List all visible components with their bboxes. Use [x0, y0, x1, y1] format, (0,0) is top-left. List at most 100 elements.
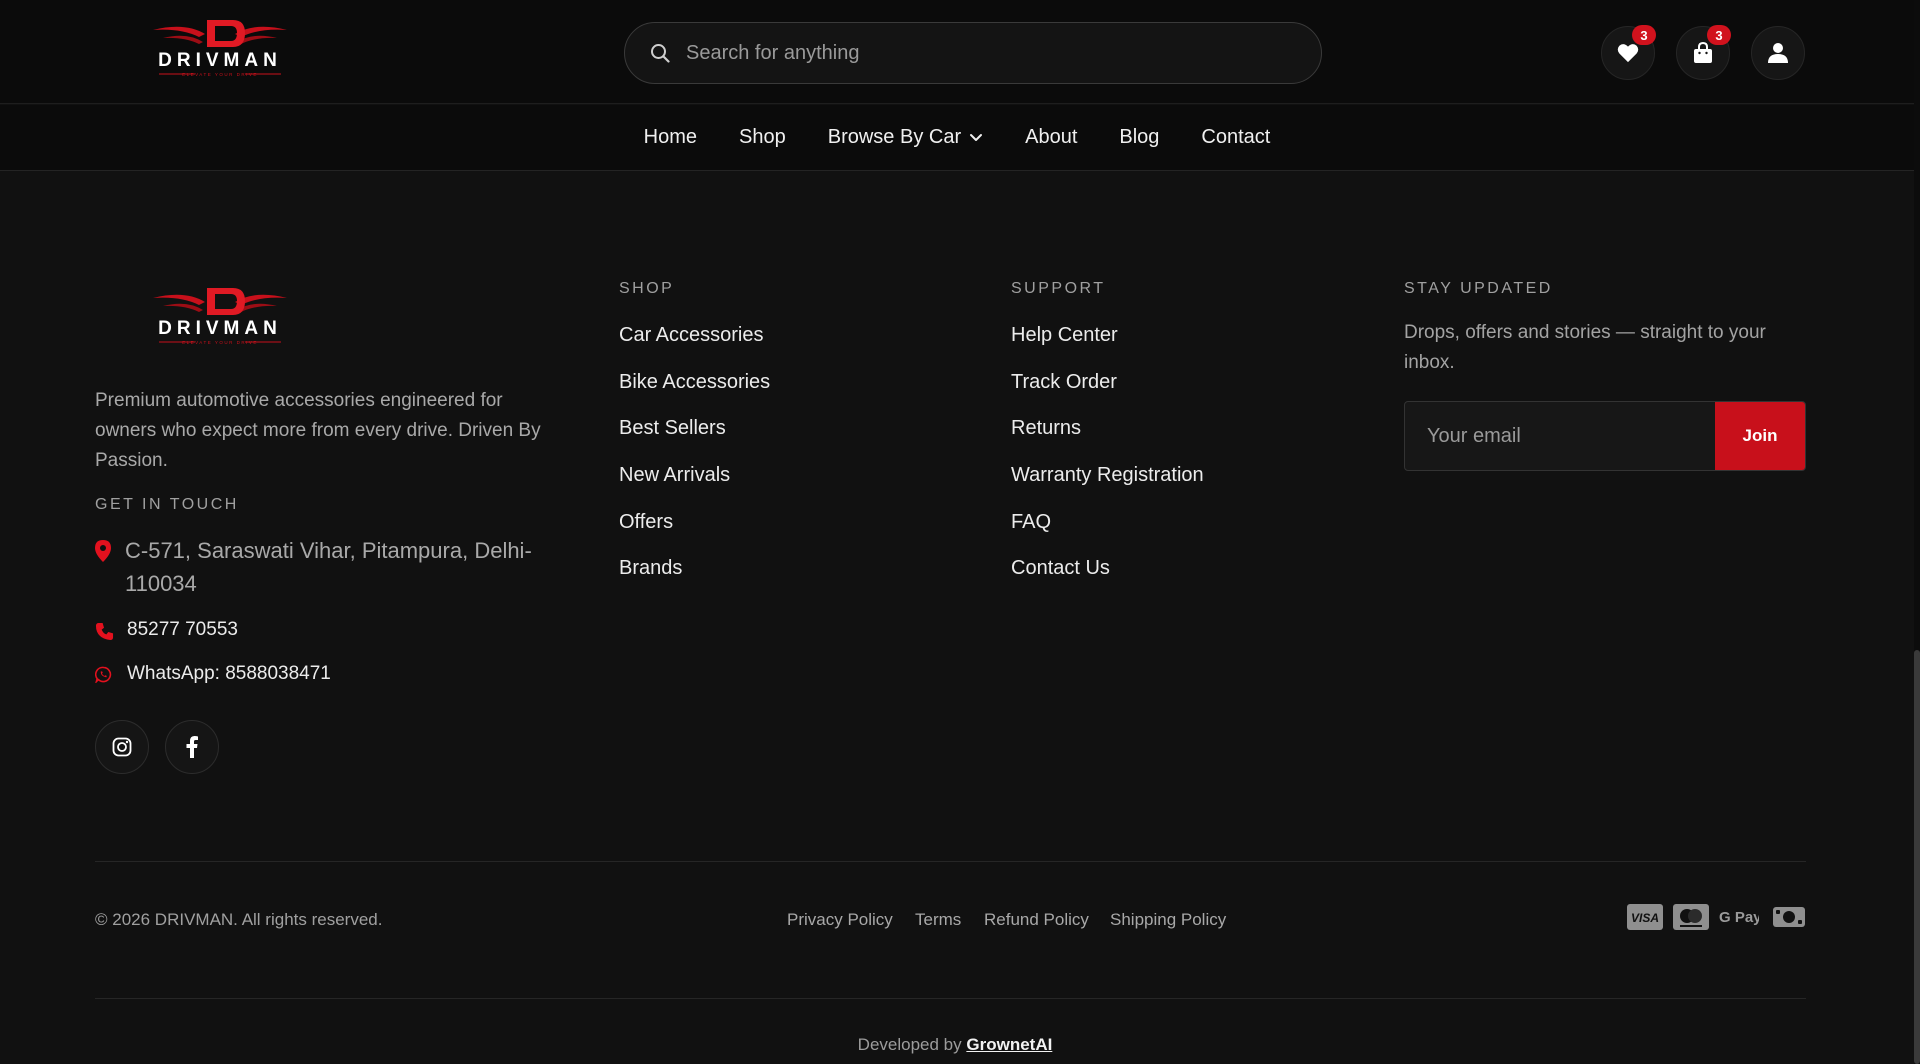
svg-text:ELEVATE YOUR DRIVE: ELEVATE YOUR DRIVE — [182, 72, 258, 77]
whatsapp-icon — [95, 663, 117, 683]
developer-credit: Developed by GrownetAI — [0, 1035, 1910, 1055]
link-privacy-policy[interactable]: Privacy Policy — [787, 910, 893, 930]
link-warranty-registration[interactable]: Warranty Registration — [1011, 464, 1204, 486]
svg-text:G Pay: G Pay — [1719, 909, 1759, 926]
support-heading: SUPPORT — [1011, 280, 1106, 297]
list-item: Brands — [619, 557, 770, 604]
link-returns[interactable]: Returns — [1011, 417, 1081, 439]
nav-browse-by-car[interactable]: Browse By Car — [807, 126, 1004, 149]
link-shipping-policy[interactable]: Shipping Policy — [1110, 910, 1226, 930]
contact-heading: GET IN TOUCH — [95, 496, 239, 513]
nav-blog[interactable]: Blog — [1098, 126, 1180, 149]
nav-contact[interactable]: Contact — [1180, 126, 1291, 149]
user-icon — [1768, 43, 1788, 63]
contact-address: C-571, Saraswati Vihar, Pitampura, Delhi… — [95, 537, 565, 600]
svg-text:DRIVMAN: DRIVMAN — [158, 318, 282, 339]
page-scrollbar[interactable] — [1914, 0, 1920, 1064]
nav-home-label: Home — [643, 126, 698, 148]
drivman-logo-icon: DRIVMAN ELEVATE YOUR DRIVE — [153, 288, 287, 345]
shop-links: Car Accessories Bike Accessories Best Se… — [619, 324, 770, 604]
account-button[interactable] — [1751, 26, 1805, 80]
list-item: Offers — [619, 511, 770, 558]
visa-icon: VISA — [1627, 904, 1663, 930]
link-contact-us[interactable]: Contact Us — [1011, 557, 1110, 579]
search-icon — [649, 42, 671, 64]
shopping-bag-icon — [1694, 42, 1712, 63]
link-faq[interactable]: FAQ — [1011, 511, 1051, 533]
footer-description: Premium automotive accessories engineere… — [95, 390, 541, 471]
nav-contact-label: Contact — [1201, 126, 1271, 148]
list-item: Bike Accessories — [619, 371, 770, 418]
scrollbar-thumb[interactable] — [1914, 650, 1920, 1064]
wishlist-button[interactable]: 3 — [1601, 25, 1656, 80]
list-item: Track Order — [1011, 371, 1204, 418]
link-car-accessories[interactable]: Car Accessories — [619, 324, 764, 346]
nav-browse-by-car-label: Browse By Car — [827, 126, 962, 148]
list-item: Car Accessories — [619, 324, 770, 371]
site-header: DRIVMAN ELEVATE YOUR DRIVE 3 3 — [0, 0, 1914, 104]
location-pin-icon — [95, 537, 117, 562]
newsletter-heading: STAY UPDATED — [1404, 280, 1553, 297]
link-best-sellers[interactable]: Best Sellers — [619, 417, 726, 439]
link-terms[interactable]: Terms — [915, 910, 961, 930]
contact-whatsapp[interactable]: WhatsApp: 8588038471 — [95, 663, 331, 685]
heart-icon — [1617, 44, 1639, 63]
header-logo[interactable]: DRIVMAN ELEVATE YOUR DRIVE — [145, 18, 295, 80]
nav-shop-label: Shop — [739, 126, 786, 148]
whatsapp-text: WhatsApp: 8588038471 — [127, 663, 331, 684]
nav-about[interactable]: About — [1004, 126, 1098, 149]
list-item: Contact Us — [1011, 557, 1204, 604]
developed-by-text: Developed by — [857, 1035, 962, 1054]
instagram-button[interactable] — [95, 720, 149, 774]
nav-about-label: About — [1025, 126, 1078, 148]
copyright-text: © 2026 DRIVMAN. All rights reserved. — [95, 910, 383, 929]
link-brands[interactable]: Brands — [619, 557, 682, 579]
footer-divider — [95, 998, 1806, 999]
link-help-center[interactable]: Help Center — [1011, 324, 1118, 346]
address-text: C-571, Saraswati Vihar, Pitampura, Delhi… — [125, 538, 532, 596]
svg-text:ELEVATE YOUR DRIVE: ELEVATE YOUR DRIVE — [182, 340, 258, 345]
newsletter-text: Drops, offers and stories — straight to … — [1404, 322, 1766, 373]
drivman-logo-icon: DRIVMAN ELEVATE YOUR DRIVE — [153, 20, 287, 77]
link-new-arrivals[interactable]: New Arrivals — [619, 464, 730, 486]
footer-divider — [95, 861, 1806, 862]
nav-blog-label: Blog — [1119, 126, 1160, 148]
instagram-icon — [112, 737, 132, 757]
mastercard-icon — [1673, 904, 1709, 930]
wishlist-count-badge: 3 — [1632, 25, 1656, 45]
link-refund-policy[interactable]: Refund Policy — [984, 910, 1089, 930]
link-offers[interactable]: Offers — [619, 511, 673, 533]
phone-text: 85277 70553 — [127, 619, 238, 640]
svg-text:DRIVMAN: DRIVMAN — [158, 50, 282, 71]
newsletter-form: Join — [1404, 401, 1806, 471]
cart-button[interactable]: 3 — [1676, 25, 1731, 80]
list-item: Warranty Registration — [1011, 464, 1204, 511]
gpay-icon: G Pay — [1719, 905, 1759, 929]
list-item: Help Center — [1011, 324, 1204, 371]
main-nav: Home Shop Browse By Car About Blog Conta… — [0, 105, 1914, 171]
shop-heading: SHOP — [619, 280, 675, 297]
search-bar[interactable] — [624, 22, 1322, 84]
facebook-button[interactable] — [165, 720, 219, 774]
cart-count-badge: 3 — [1707, 25, 1731, 45]
list-item: Best Sellers — [619, 417, 770, 464]
nav-shop[interactable]: Shop — [718, 126, 807, 149]
link-bike-accessories[interactable]: Bike Accessories — [619, 371, 770, 393]
developer-link[interactable]: GrownetAI — [966, 1035, 1052, 1054]
search-input[interactable] — [686, 41, 1286, 65]
chevron-down-icon — [969, 133, 983, 142]
list-item: New Arrivals — [619, 464, 770, 511]
list-item: Returns — [1011, 417, 1204, 464]
footer-logo[interactable]: DRIVMAN ELEVATE YOUR DRIVE — [145, 286, 295, 348]
email-field[interactable] — [1405, 402, 1715, 470]
cash-icon — [1772, 904, 1806, 930]
facebook-icon — [186, 736, 198, 758]
join-button[interactable]: Join — [1715, 402, 1805, 470]
phone-icon — [95, 619, 117, 641]
support-links: Help Center Track Order Returns Warranty… — [1011, 324, 1204, 604]
contact-phone[interactable]: 85277 70553 — [95, 619, 238, 641]
list-item: FAQ — [1011, 511, 1204, 558]
nav-home[interactable]: Home — [623, 126, 718, 149]
svg-text:VISA: VISA — [1631, 911, 1659, 925]
link-track-order[interactable]: Track Order — [1011, 371, 1117, 393]
